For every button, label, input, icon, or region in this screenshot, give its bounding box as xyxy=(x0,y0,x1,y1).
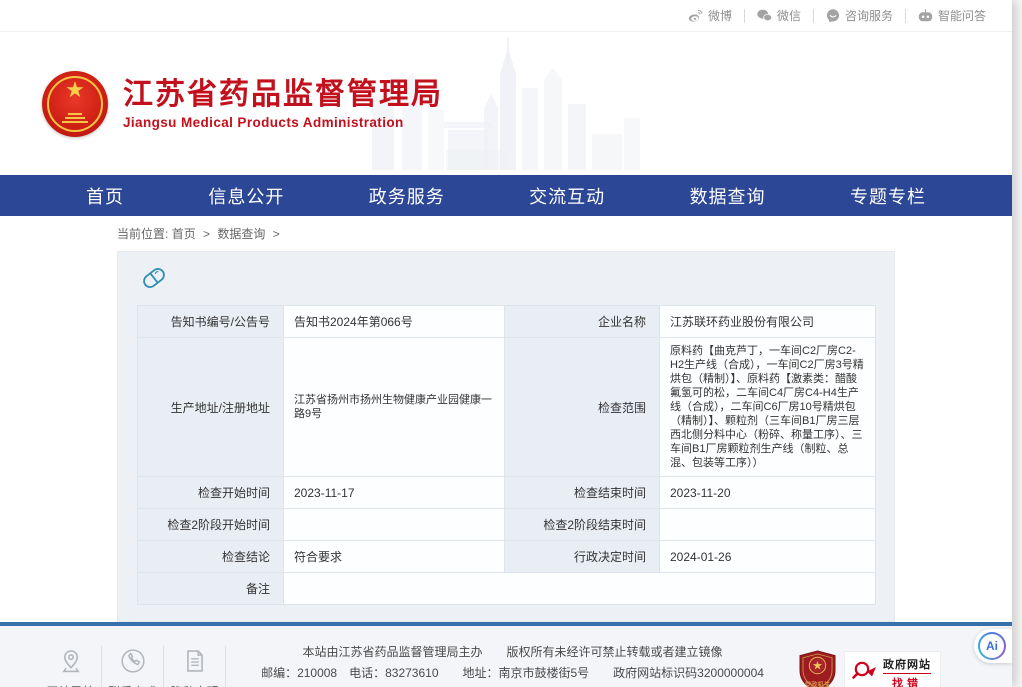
field-value-notice-number: 告知书2024年第066号 xyxy=(284,306,505,338)
field-label-address: 生产地址/注册地址 xyxy=(138,338,284,477)
field-label-remarks: 备注 xyxy=(138,573,284,605)
topbar-link-wechat[interactable]: 微信 xyxy=(745,9,814,23)
error-report-badge-text: 政府网站 找错 xyxy=(883,656,931,687)
field-label-notice-number: 告知书编号/公告号 xyxy=(138,306,284,338)
document-icon xyxy=(168,648,221,677)
topbar-link-qa[interactable]: 智能问答 xyxy=(906,9,998,23)
site-header: ★ 江苏省药品监督管理局 Jiangsu Medical Products Ad… xyxy=(0,32,1012,175)
page: 微博 微信 咨询服务 智能问答 xyxy=(0,0,1012,687)
field-label-end-date: 检查结束时间 xyxy=(505,477,660,509)
field-value-inspection-scope: 原料药【曲克芦丁，一车间C2厂房C2-H2生产线（合成），一车间C2厂房3号精烘… xyxy=(660,338,876,477)
capsule-icon xyxy=(139,263,875,298)
field-value-address: 江苏省扬州市扬州生物健康产业园健康一路9号 xyxy=(284,338,505,477)
footer-info: 本站由江苏省药品监督管理局主办 版权所有未经许可禁止转载或者建立镜像 邮编：21… xyxy=(226,642,799,687)
field-label-start-date: 检查开始时间 xyxy=(138,477,284,509)
svg-text:★: ★ xyxy=(812,658,823,672)
wechat-icon xyxy=(757,9,772,22)
footer-line-host: 本站由江苏省药品监督管理局主办 版权所有未经许可禁止转载或者建立镜像 xyxy=(226,642,799,663)
nav-item-topics[interactable]: 专题专栏 xyxy=(850,183,926,209)
site-subtitle: Jiangsu Medical Products Administration xyxy=(123,115,443,130)
inspection-detail-card: 告知书编号/公告号 告知书2024年第066号 企业名称 江苏联环药业股份有限公… xyxy=(117,251,895,622)
field-value-remarks xyxy=(284,573,876,605)
national-emblem-logo: ★ xyxy=(42,71,108,137)
footer-line-contact: 邮编：210008 电话：83273610 地址：南京市鼓楼街5号 政府网站标识… xyxy=(226,663,799,684)
field-label-inspection-scope: 检查范围 xyxy=(505,338,660,477)
table-row: 检查2阶段开始时间 检查2阶段结束时间 xyxy=(138,509,876,541)
ai-assistant-button[interactable]: Ai xyxy=(974,629,1012,663)
footer-link-contact[interactable]: 联系方式 xyxy=(102,646,164,687)
breadcrumb-separator: > xyxy=(203,227,210,241)
table-row: 告知书编号/公告号 告知书2024年第066号 企业名称 江苏联环药业股份有限公… xyxy=(138,306,876,338)
main-nav: 首页 信息公开 政务服务 交流互动 数据查询 专题专栏 xyxy=(0,175,1012,216)
breadcrumb: 当前位置: 首页 > 数据查询 > xyxy=(117,225,1012,242)
field-value-phase2-end xyxy=(660,509,876,541)
table-row: 检查开始时间 2023-11-17 检查结束时间 2023-11-20 xyxy=(138,477,876,509)
footer-nav: 网站导航 联系方式 隐私申明 xyxy=(40,646,226,687)
weibo-icon xyxy=(688,9,703,22)
main-content: 当前位置: 首页 > 数据查询 > 告知书编号/公告号 告知书2024年第066… xyxy=(0,216,1012,622)
table-row: 检查结论 符合要求 行政决定时间 2024-01-26 xyxy=(138,541,876,573)
inspection-detail-table: 告知书编号/公告号 告知书2024年第066号 企业名称 江苏联环药业股份有限公… xyxy=(137,305,876,605)
table-row: 生产地址/注册地址 江苏省扬州市扬州生物健康产业园健康一路9号 检查范围 原料药… xyxy=(138,338,876,477)
phone-icon xyxy=(106,648,159,677)
error-badge-bottom-label: 找错 xyxy=(883,673,931,687)
field-label-decision-date: 行政决定时间 xyxy=(505,541,660,573)
breadcrumb-prefix: 当前位置: xyxy=(117,227,168,241)
gov-agency-shield-badge[interactable]: ★ 党政机关 xyxy=(799,650,836,687)
field-value-company-name: 江苏联环药业股份有限公司 xyxy=(660,306,876,338)
brand[interactable]: ★ 江苏省药品监督管理局 Jiangsu Medical Products Ad… xyxy=(42,71,443,137)
field-value-decision-date: 2024-01-26 xyxy=(660,541,876,573)
topbar-link-consult[interactable]: 咨询服务 xyxy=(814,9,906,23)
footer-badges: ★ 党政机关 政府网站 找错 xyxy=(799,650,940,687)
breadcrumb-data-query-link[interactable]: 数据查询 xyxy=(217,227,265,241)
field-label-phase2-start: 检查2阶段开始时间 xyxy=(138,509,284,541)
field-label-company-name: 企业名称 xyxy=(505,306,660,338)
field-value-phase2-start xyxy=(284,509,505,541)
footer: 网站导航 联系方式 隐私申明 本站由江苏省药品监督管理局主办 版权所有未经许可禁… xyxy=(0,622,1012,687)
table-row: 备注 xyxy=(138,573,876,605)
topbar-link-weibo[interactable]: 微博 xyxy=(676,9,745,23)
field-value-start-date: 2023-11-17 xyxy=(284,477,505,509)
topbar-link-label: 咨询服务 xyxy=(845,9,893,23)
field-value-conclusion: 符合要求 xyxy=(284,541,505,573)
gov-site-error-report-badge[interactable]: 政府网站 找错 xyxy=(845,652,940,687)
topbar-link-label: 微博 xyxy=(708,9,732,23)
field-value-end-date: 2023-11-20 xyxy=(660,477,876,509)
footer-link-sitemap[interactable]: 网站导航 xyxy=(40,646,102,687)
location-pin-icon xyxy=(44,648,97,677)
chat-bubble-icon xyxy=(826,9,840,23)
nav-item-data-query[interactable]: 数据查询 xyxy=(690,183,766,209)
topbar-link-label: 智能问答 xyxy=(938,9,986,23)
topbar: 微博 微信 咨询服务 智能问答 xyxy=(0,0,1012,32)
nav-item-home[interactable]: 首页 xyxy=(86,183,124,209)
field-label-conclusion: 检查结论 xyxy=(138,541,284,573)
breadcrumb-home-link[interactable]: 首页 xyxy=(172,227,196,241)
brand-text: 江苏省药品监督管理局 Jiangsu Medical Products Admi… xyxy=(123,78,443,130)
nav-item-interaction[interactable]: 交流互动 xyxy=(529,183,605,209)
magnifier-icon xyxy=(851,658,877,687)
site-title: 江苏省药品监督管理局 xyxy=(123,78,443,112)
topbar-link-label: 微信 xyxy=(777,9,801,23)
error-badge-top-label: 政府网站 xyxy=(883,656,931,672)
nav-item-info[interactable]: 信息公开 xyxy=(208,183,284,209)
breadcrumb-separator: > xyxy=(273,227,280,241)
robot-icon xyxy=(918,9,933,22)
ai-icon: Ai xyxy=(978,632,1006,660)
nav-item-services[interactable]: 政务服务 xyxy=(369,183,445,209)
field-label-phase2-end: 检查2阶段结束时间 xyxy=(505,509,660,541)
ai-button-label: Ai xyxy=(980,634,1004,658)
footer-link-privacy[interactable]: 隐私申明 xyxy=(164,646,226,687)
shield-badge-label: 党政机关 xyxy=(805,679,831,687)
